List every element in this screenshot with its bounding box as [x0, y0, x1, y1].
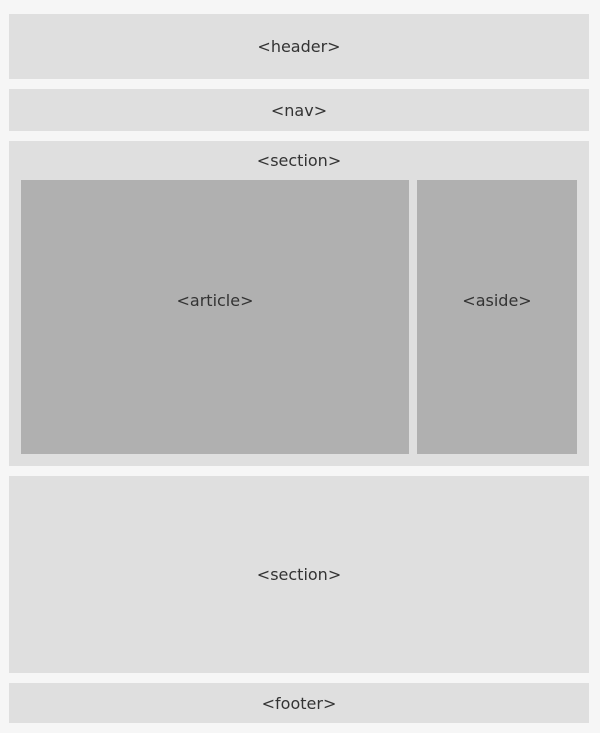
- footer-block: <footer>: [9, 683, 589, 723]
- footer-label: <footer>: [261, 693, 337, 713]
- nav-label: <nav>: [270, 100, 328, 120]
- nav-block: <nav>: [9, 89, 589, 131]
- article-block: <article>: [21, 180, 409, 454]
- article-label: <article>: [176, 290, 254, 310]
- aside-label: <aside>: [462, 290, 532, 310]
- section-block-bottom: <section>: [9, 476, 589, 673]
- aside-block: <aside>: [417, 180, 577, 454]
- section-bottom-label: <section>: [256, 565, 342, 584]
- header-label: <header>: [257, 37, 341, 56]
- section-block-top: <section> <article> <aside>: [9, 141, 589, 466]
- section-top-label: <section>: [256, 151, 342, 170]
- header-block: <header>: [9, 14, 589, 79]
